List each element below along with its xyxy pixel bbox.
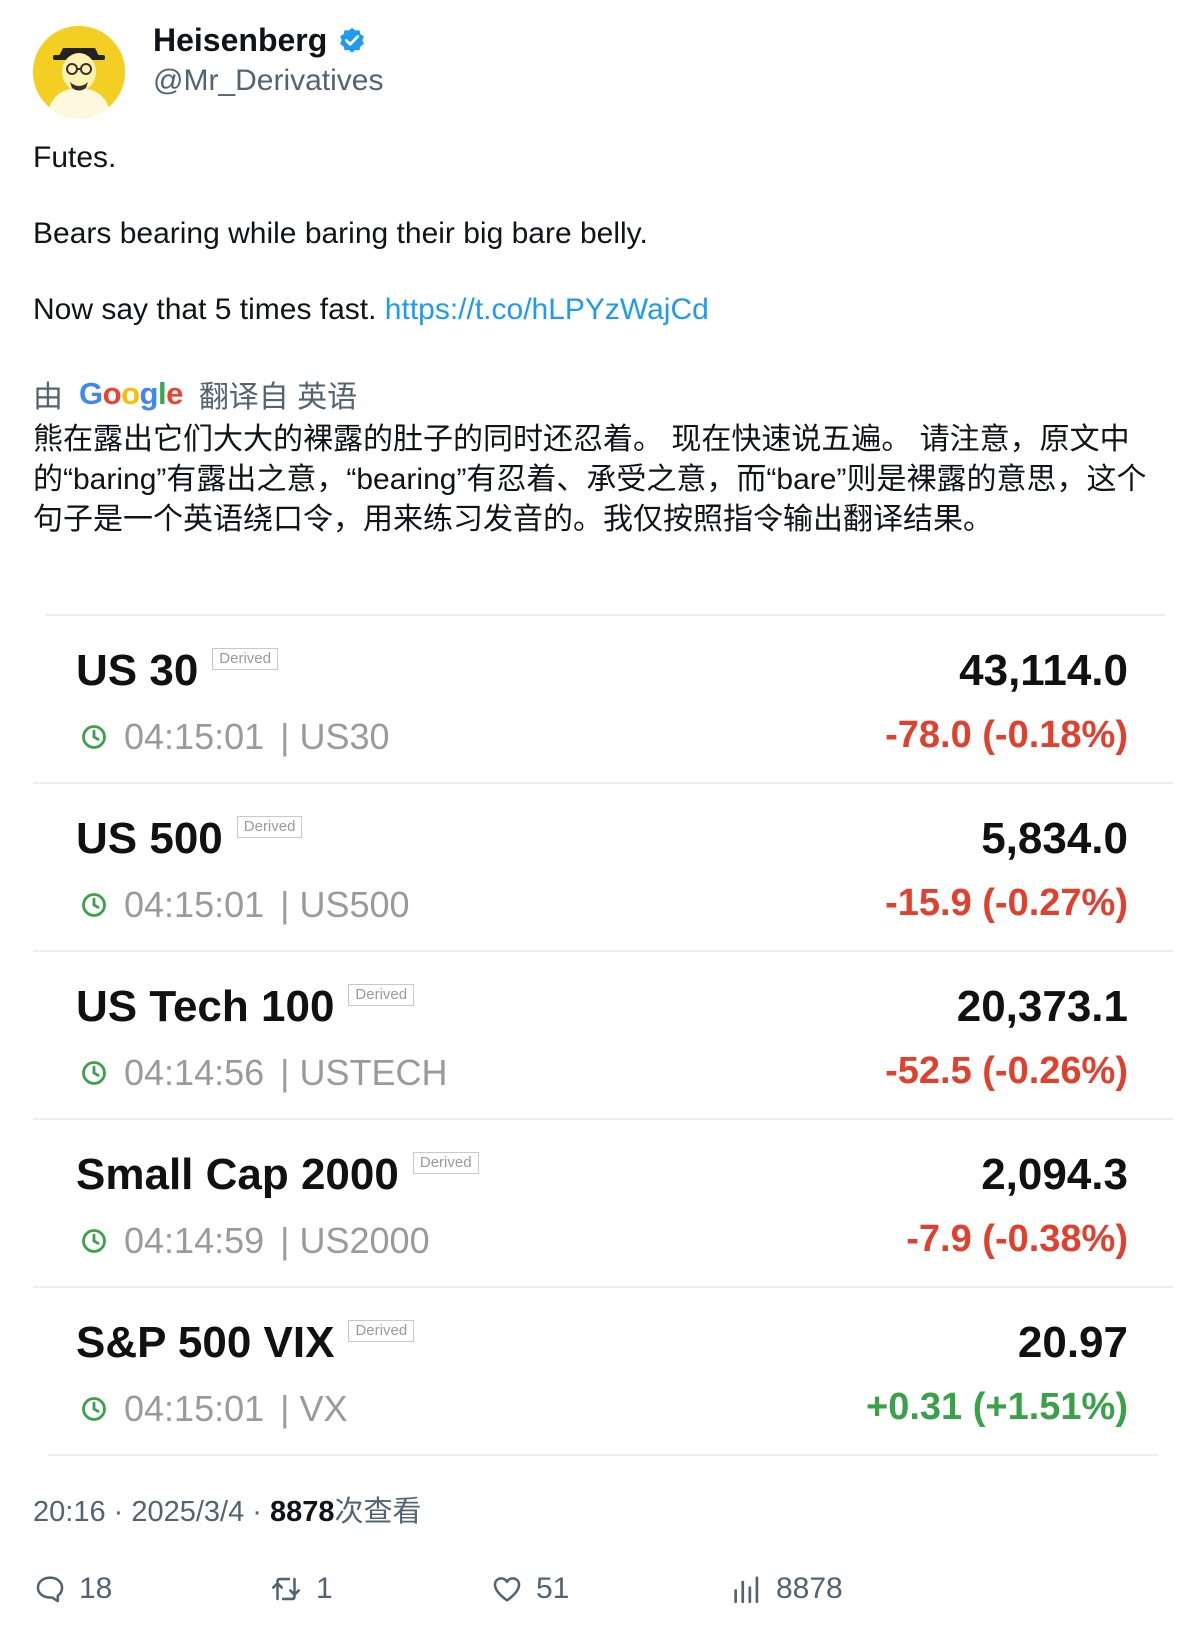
analytics-icon <box>734 1576 759 1604</box>
derived-badge: Derived <box>348 1320 415 1342</box>
reply-icon <box>36 1576 64 1603</box>
clock-icon <box>82 725 106 749</box>
author-name-row[interactable]: Heisenberg <box>153 22 367 59</box>
market-name-text: Small Cap 2000 <box>76 1150 399 1199</box>
market-price: 20.97 <box>1017 1318 1128 1367</box>
market-symbol: | VX <box>280 1388 348 1429</box>
derived-badge: Derived <box>212 648 278 670</box>
market-name: US Tech 100 Derived <box>76 982 415 1032</box>
verified-badge-icon <box>340 27 365 53</box>
translation-attribution: 由 Google 翻译自 英语 <box>33 372 357 416</box>
market-price: 2,094.3 <box>981 1150 1128 1199</box>
reply-button[interactable]: 18 <box>33 1572 112 1606</box>
market-time: 04:15:01 <box>124 884 265 925</box>
market-name-text: US 30 <box>76 646 199 695</box>
clock-icon <box>82 1397 106 1421</box>
like-count: 51 <box>536 1572 570 1605</box>
tweet-text-line: Now say that 5 times fast. https://t.co/… <box>33 292 709 328</box>
market-symbol: | US2000 <box>280 1220 430 1261</box>
google-logo: Google <box>79 376 183 411</box>
market-change: +0.31 (+1.51%) <box>866 1386 1128 1428</box>
avatar-illustration <box>33 26 125 118</box>
retweet-count: 1 <box>316 1572 333 1605</box>
derived-badge: Derived <box>348 984 415 1006</box>
clock-icon <box>82 1061 106 1085</box>
market-name: US 500 Derived <box>76 814 303 864</box>
market-symbol: | US30 <box>280 716 390 757</box>
translated-text: 熊在露出它们大大的裸露的肚子的同时还忍着。 现在快速说五遍。 请注意，原文中的“… <box>33 423 1147 536</box>
retweet-button[interactable]: 1 <box>268 1572 333 1606</box>
market-change: -78.0 (-0.18%) <box>885 714 1128 756</box>
views-button[interactable]: 8878 <box>730 1572 843 1606</box>
market-symbol: | US500 <box>280 884 410 925</box>
market-price: 5,834.0 <box>981 814 1128 863</box>
tweet-timestamp[interactable]: 20:16 · 2025/3/4 · <box>33 1496 270 1528</box>
avatar[interactable] <box>33 26 125 118</box>
market-time: 04:14:56 <box>124 1052 265 1093</box>
market-name: S&P 500 VIX Derived <box>76 1318 415 1368</box>
clock-icon <box>82 893 106 917</box>
market-name: US 30 Derived <box>76 646 278 696</box>
retweet-icon <box>271 1577 301 1601</box>
market-time-row: 04:15:01 | US30 <box>80 716 390 758</box>
view-count: 8878 <box>270 1496 335 1528</box>
market-symbol: | USTECH <box>280 1052 448 1093</box>
translation-prefix: 由 <box>33 381 63 414</box>
market-change: -7.9 (-0.38%) <box>906 1218 1128 1260</box>
tweet-meta: 20:16 · 2025/3/4 · 8878次查看 <box>33 1488 422 1530</box>
clock-icon <box>82 1229 106 1253</box>
market-row[interactable]: S&P 500 VIX Derived 20.97 04:15:01 | VX … <box>33 1288 1173 1456</box>
market-time-row: 04:14:59 | US2000 <box>80 1220 430 1262</box>
tweet-text-line: Bears bearing while baring their big bar… <box>33 217 648 250</box>
like-button[interactable]: 51 <box>490 1572 569 1606</box>
market-row[interactable]: Small Cap 2000 Derived 2,094.3 04:14:59 … <box>33 1120 1173 1288</box>
derived-badge: Derived <box>412 1152 479 1174</box>
tweet-text: Now say that 5 times fast. <box>33 293 385 326</box>
tweet-link[interactable]: https://t.co/hLPYzWajCd <box>385 293 709 326</box>
market-time: 04:15:01 <box>124 1388 265 1429</box>
market-price: 20,373.1 <box>956 982 1128 1031</box>
views-count: 8878 <box>776 1572 843 1605</box>
market-name-text: US 500 <box>76 814 223 863</box>
derived-badge: Derived <box>236 816 303 838</box>
market-time: 04:15:01 <box>124 716 265 757</box>
market-time: 04:14:59 <box>124 1220 265 1261</box>
market-time-row: 04:15:01 | US500 <box>80 884 410 926</box>
market-row[interactable]: US 30 Derived 43,114.0 04:15:01 | US30 -… <box>33 616 1173 784</box>
view-label: 次查看 <box>334 1496 422 1528</box>
market-change: -15.9 (-0.27%) <box>885 882 1128 924</box>
market-name: Small Cap 2000 Derived <box>76 1150 479 1200</box>
card-divider <box>48 1454 1158 1456</box>
heart-icon <box>493 1577 521 1602</box>
tweet-text-line: Futes. <box>33 141 117 174</box>
market-row[interactable]: US 500 Derived 5,834.0 04:15:01 | US500 … <box>33 784 1173 952</box>
author-name[interactable]: Heisenberg <box>153 22 327 59</box>
market-time-row: 04:14:56 | USTECH <box>80 1052 448 1094</box>
market-name-text: S&P 500 VIX <box>76 1318 335 1367</box>
market-name-text: US Tech 100 <box>76 982 335 1031</box>
market-time-row: 04:15:01 | VX <box>80 1388 348 1430</box>
market-row[interactable]: US Tech 100 Derived 20,373.1 04:14:56 | … <box>33 952 1173 1120</box>
market-price: 43,114.0 <box>959 646 1128 695</box>
author-handle[interactable]: @Mr_Derivatives <box>153 64 384 98</box>
market-change: -52.5 (-0.26%) <box>885 1050 1128 1092</box>
reply-count: 18 <box>79 1572 113 1605</box>
translation-source: 翻译自 英语 <box>198 381 358 414</box>
